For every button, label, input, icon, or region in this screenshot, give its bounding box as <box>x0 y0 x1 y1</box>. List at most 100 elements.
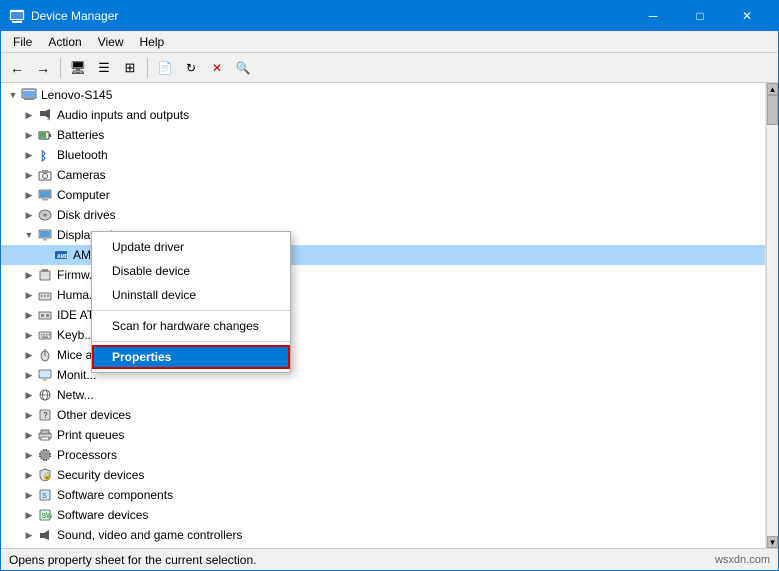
expand-icon-ide: ▶ <box>21 307 37 323</box>
tree-item-root[interactable]: ▼ Lenovo-S145 <box>1 85 765 105</box>
tree-item-disk[interactable]: ▶ Disk drives <box>1 205 765 225</box>
human-icon <box>37 287 53 303</box>
props-icon: 📄 <box>158 61 173 75</box>
app-icon <box>9 8 25 24</box>
svg-text:SW: SW <box>42 513 53 520</box>
menu-help[interactable]: Help <box>132 33 173 51</box>
ctx-properties[interactable]: Properties <box>92 345 290 369</box>
scan-button[interactable]: 🔍 <box>231 56 255 80</box>
expand-icon-storage: ▶ <box>21 547 37 548</box>
display-icon <box>37 227 53 243</box>
expand-icon-firmware: ▶ <box>21 267 37 283</box>
print-icon <box>37 427 53 443</box>
forward-button[interactable] <box>31 56 55 80</box>
window-controls: ─ □ ✕ <box>630 1 770 31</box>
status-text: Opens property sheet for the current sel… <box>9 553 256 567</box>
bluetooth-icon: ᛒ <box>37 147 53 163</box>
expand-icon-display: ▼ <box>21 227 37 243</box>
softwarecomp-icon: S <box>37 487 53 503</box>
properties-button[interactable]: 📄 <box>153 56 177 80</box>
tree-item-sound[interactable]: ▶ Sound, video and game controllers <box>1 525 765 545</box>
ctx-sep-1 <box>92 310 290 311</box>
mice-icon <box>37 347 53 363</box>
ctx-disable-device[interactable]: Disable device <box>92 259 290 283</box>
toolbar: 🖥 ☰ ⊞ 📄 ↻ ✕ 🔍 <box>1 53 778 83</box>
scroll-thumb[interactable] <box>767 95 778 125</box>
tree-item-cameras[interactable]: ▶ Cameras <box>1 165 765 185</box>
expand-icon-audio: ▶ <box>21 107 37 123</box>
tree-item-softwarecomp[interactable]: ▶ S Software components <box>1 485 765 505</box>
expand-icon-network: ▶ <box>21 387 37 403</box>
svg-text:AMD: AMD <box>57 254 68 260</box>
expand-icon-other: ▶ <box>21 407 37 423</box>
tree-item-other[interactable]: ▶ ? Other devices <box>1 405 765 425</box>
ide-icon <box>37 307 53 323</box>
computer-icon: 🖥 <box>70 60 87 76</box>
back-icon <box>10 60 24 76</box>
security-label: Security devices <box>57 468 144 482</box>
tree-item-network[interactable]: ▶ Netw... <box>1 385 765 405</box>
scan-icon: 🔍 <box>236 61 251 75</box>
disk-label: Disk drives <box>57 208 116 222</box>
device-list-button[interactable]: ☰ <box>92 56 116 80</box>
scroll-up[interactable]: ▲ <box>767 83 778 95</box>
amd-icon: AMD <box>53 247 69 263</box>
tree-item-security[interactable]: ▶ 🔒 Security devices <box>1 465 765 485</box>
expand-icon-print: ▶ <box>21 427 37 443</box>
tree-item-print[interactable]: ▶ Print queues <box>1 425 765 445</box>
keyboard-tree-icon <box>37 327 53 343</box>
uninstall-button[interactable]: ✕ <box>205 56 229 80</box>
update-driver-button[interactable]: ↻ <box>179 56 203 80</box>
expand-icon-monitors: ▶ <box>21 367 37 383</box>
tree-item-processors[interactable]: ▶ Processors <box>1 445 765 465</box>
expand-icon-processors: ▶ <box>21 447 37 463</box>
minimize-button[interactable]: ─ <box>630 1 676 31</box>
menu-file[interactable]: File <box>5 33 40 51</box>
tree-item-computer[interactable]: ▶ Computer <box>1 185 765 205</box>
maximize-button[interactable]: □ <box>677 1 723 31</box>
menu-bar: File Action View Help <box>1 31 778 53</box>
scroll-down[interactable]: ▼ <box>767 536 778 548</box>
sound-label: Sound, video and game controllers <box>57 528 242 542</box>
menu-view[interactable]: View <box>90 33 132 51</box>
resources-button[interactable]: ⊞ <box>118 56 142 80</box>
expand-icon-batteries: ▶ <box>21 127 37 143</box>
tree-item-bluetooth[interactable]: ▶ ᛒ Bluetooth <box>1 145 765 165</box>
tree-item-audio[interactable]: ▶ + Audio inputs and outputs <box>1 105 765 125</box>
tree-item-softwaredev[interactable]: ▶ SW Software devices <box>1 505 765 525</box>
svg-text:+: + <box>47 117 50 122</box>
ctx-scan-hardware[interactable]: Scan for hardware changes <box>92 314 290 338</box>
close-button[interactable]: ✕ <box>724 1 770 31</box>
other-label: Other devices <box>57 408 131 422</box>
back-button[interactable] <box>5 56 29 80</box>
disk-icon <box>37 207 53 223</box>
forward-icon <box>36 60 50 76</box>
context-menu: Update driver Disable device Uninstall d… <box>91 231 291 373</box>
expand-icon-bluetooth: ▶ <box>21 147 37 163</box>
scrollbar[interactable]: ▲ ▼ <box>766 83 778 548</box>
resources-icon: ⊞ <box>125 60 136 76</box>
print-label: Print queues <box>57 428 124 442</box>
audio-label: Audio inputs and outputs <box>57 108 189 122</box>
expand-icon-keyboard: ▶ <box>21 327 37 343</box>
expand-icon-disk: ▶ <box>21 207 37 223</box>
device-tree[interactable]: ▼ Lenovo-S145 ▶ + <box>1 83 766 548</box>
content-area: ▼ Lenovo-S145 ▶ + <box>1 83 778 548</box>
firmware-icon <box>37 267 53 283</box>
ctx-update-driver[interactable]: Update driver <box>92 235 290 259</box>
computer-button[interactable]: 🖥 <box>66 56 90 80</box>
softwarecomp-label: Software components <box>57 488 173 502</box>
batteries-icon <box>37 127 53 143</box>
batteries-label: Batteries <box>57 128 104 142</box>
processors-label: Processors <box>57 448 117 462</box>
menu-action[interactable]: Action <box>40 33 89 51</box>
window-title: Device Manager <box>31 9 630 23</box>
tree-item-storage[interactable]: ▶ Storage controllers <box>1 545 765 548</box>
ctx-uninstall-device[interactable]: Uninstall device <box>92 283 290 307</box>
network-icon <box>37 387 53 403</box>
device-manager-window: Device Manager ─ □ ✕ File Action View He… <box>0 0 779 571</box>
expand-icon-computer: ▶ <box>21 187 37 203</box>
tree-item-batteries[interactable]: ▶ Batteries <box>1 125 765 145</box>
root-icon <box>21 87 37 103</box>
cameras-icon <box>37 167 53 183</box>
